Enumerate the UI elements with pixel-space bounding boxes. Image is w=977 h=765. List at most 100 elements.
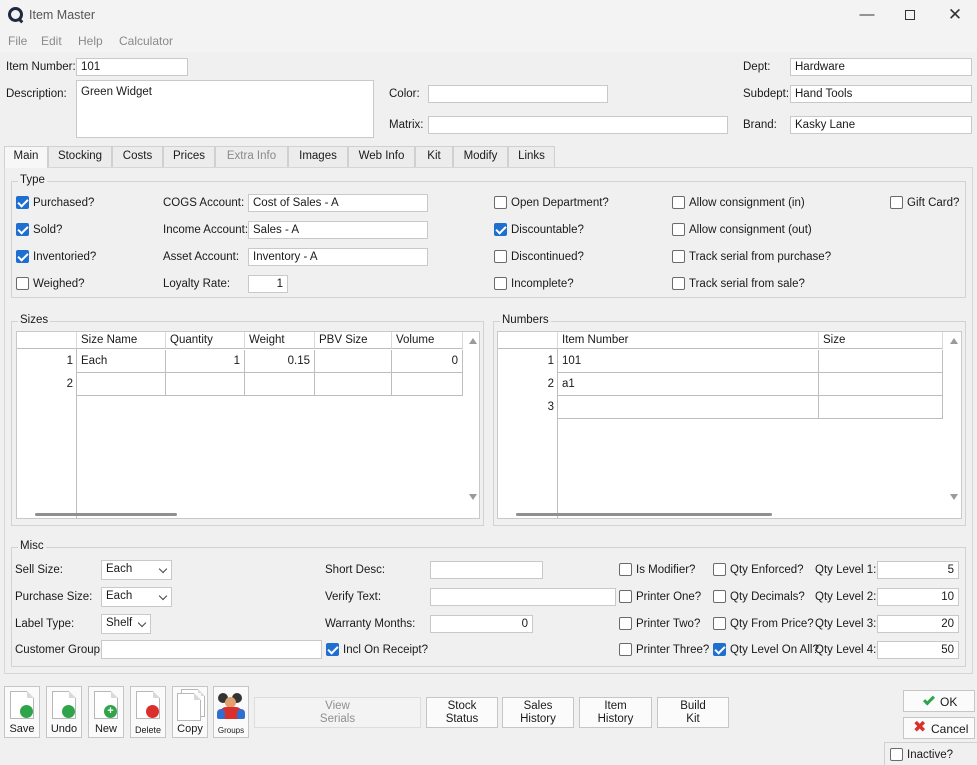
item-number-cell[interactable] xyxy=(558,396,819,419)
maximize-icon[interactable] xyxy=(900,5,920,25)
minimize-icon[interactable]: — xyxy=(857,5,877,25)
qty-level-all-checkbox[interactable] xyxy=(713,643,726,656)
discontinued-checkbox[interactable] xyxy=(494,250,507,263)
purchase-size-select[interactable]: Each xyxy=(101,587,172,607)
tab-main[interactable]: Main xyxy=(4,146,48,168)
income-account-field[interactable]: Sales - A xyxy=(248,221,428,239)
scroll-up-icon[interactable] xyxy=(469,338,477,344)
warranty-months-field[interactable]: 0 xyxy=(430,615,533,633)
brand-field[interactable]: Kasky Lane xyxy=(790,116,972,134)
printer-three-checkbox[interactable] xyxy=(619,643,632,656)
verify-text-field[interactable] xyxy=(430,588,616,606)
numbers-horizontal-scrollbar[interactable] xyxy=(516,513,772,516)
new-button[interactable]: + New xyxy=(88,686,124,738)
incomplete-checkbox[interactable] xyxy=(494,277,507,290)
label-type-select[interactable]: Shelf xyxy=(101,614,151,634)
serial-sale-checkbox[interactable] xyxy=(672,277,685,290)
short-desc-field[interactable] xyxy=(430,561,543,579)
menu-file[interactable]: File xyxy=(8,34,27,48)
size-name-cell[interactable] xyxy=(77,373,166,396)
size-cell[interactable] xyxy=(819,373,943,396)
scroll-down-icon[interactable] xyxy=(950,494,958,500)
asset-account-field[interactable]: Inventory - A xyxy=(248,248,428,266)
weight-cell[interactable] xyxy=(245,373,315,396)
stock-status-button[interactable]: Stock Status xyxy=(426,697,498,728)
scroll-up-icon[interactable] xyxy=(950,338,958,344)
item-history-button[interactable]: Item History xyxy=(579,697,652,728)
item-number-cell[interactable]: 101 xyxy=(558,350,819,373)
qty-decimals-checkbox[interactable] xyxy=(713,590,726,603)
qty-from-price-checkbox[interactable] xyxy=(713,617,726,630)
sales-history-button[interactable]: Sales History xyxy=(502,697,574,728)
sold-checkbox[interactable] xyxy=(16,223,29,236)
cogs-account-field[interactable]: Cost of Sales - A xyxy=(248,194,428,212)
customer-group-field[interactable] xyxy=(101,640,322,659)
volume-cell[interactable] xyxy=(392,373,463,396)
ok-button[interactable]: OK xyxy=(903,690,975,712)
qty-level-3-field[interactable]: 20 xyxy=(877,615,959,633)
serial-purchase-checkbox[interactable] xyxy=(672,250,685,263)
delete-button[interactable]: Delete xyxy=(130,686,166,738)
matrix-field[interactable] xyxy=(428,116,728,134)
view-serials-button[interactable]: View Serials xyxy=(254,697,421,728)
consign-in-checkbox[interactable] xyxy=(672,196,685,209)
tab-prices[interactable]: Prices xyxy=(163,146,215,167)
numbers-vertical-scrollbar[interactable] xyxy=(948,332,960,508)
qty-level-4-field[interactable]: 50 xyxy=(877,641,959,659)
item-number-field[interactable]: 101 xyxy=(76,58,188,76)
weight-cell[interactable]: 0.15 xyxy=(245,350,315,373)
inventoried-checkbox[interactable] xyxy=(16,250,29,263)
col-header-size-name[interactable]: Size Name xyxy=(77,332,166,349)
col-header-item-number[interactable]: Item Number xyxy=(558,332,819,349)
sell-size-select[interactable]: Each xyxy=(101,560,172,580)
undo-button[interactable]: Undo xyxy=(46,686,82,738)
copy-button[interactable]: Copy xyxy=(172,686,208,738)
tab-images[interactable]: Images xyxy=(288,146,348,167)
tab-kit[interactable]: Kit xyxy=(415,146,453,167)
tab-modify[interactable]: Modify xyxy=(453,146,508,167)
build-kit-button[interactable]: Build Kit xyxy=(657,697,729,728)
gift-card-checkbox[interactable] xyxy=(890,196,903,209)
menu-edit[interactable]: Edit xyxy=(41,34,62,48)
size-cell[interactable] xyxy=(819,396,943,419)
purchased-checkbox[interactable] xyxy=(16,196,29,209)
item-number-cell[interactable]: a1 xyxy=(558,373,819,396)
close-icon[interactable]: ✕ xyxy=(945,5,965,25)
scroll-down-icon[interactable] xyxy=(469,494,477,500)
col-header-volume[interactable]: Volume xyxy=(392,332,463,349)
numbers-grid[interactable]: Item Number Size 1 101 2 a1 3 xyxy=(497,331,962,519)
size-cell[interactable] xyxy=(819,350,943,373)
col-header-pbv-size[interactable]: PBV Size xyxy=(315,332,392,349)
quantity-cell[interactable]: 1 xyxy=(166,350,245,373)
cancel-button[interactable]: ✖ Cancel xyxy=(903,717,975,739)
quantity-cell[interactable] xyxy=(166,373,245,396)
dept-field[interactable]: Hardware xyxy=(790,58,972,76)
tab-costs[interactable]: Costs xyxy=(112,146,163,167)
sizes-grid[interactable]: Size Name Quantity Weight PBV Size Volum… xyxy=(16,331,480,519)
qty-level-2-field[interactable]: 10 xyxy=(877,588,959,606)
discountable-checkbox[interactable] xyxy=(494,223,507,236)
qty-enforced-checkbox[interactable] xyxy=(713,563,726,576)
col-header-quantity[interactable]: Quantity xyxy=(166,332,245,349)
menu-help[interactable]: Help xyxy=(78,34,103,48)
is-modifier-checkbox[interactable] xyxy=(619,563,632,576)
qty-level-1-field[interactable]: 5 xyxy=(877,561,959,579)
printer-one-checkbox[interactable] xyxy=(619,590,632,603)
sizes-horizontal-scrollbar[interactable] xyxy=(35,513,177,516)
subdept-field[interactable]: Hand Tools xyxy=(790,85,972,103)
col-header-weight[interactable]: Weight xyxy=(245,332,315,349)
loyalty-rate-field[interactable]: 1 xyxy=(248,275,288,293)
volume-cell[interactable]: 0 xyxy=(392,350,463,373)
sizes-vertical-scrollbar[interactable] xyxy=(467,332,479,508)
color-field[interactable] xyxy=(428,85,608,103)
size-name-cell[interactable]: Each xyxy=(77,350,166,373)
menu-calculator[interactable]: Calculator xyxy=(119,34,173,48)
pbv-size-cell[interactable] xyxy=(315,350,392,373)
tab-links[interactable]: Links xyxy=(508,146,555,167)
consign-out-checkbox[interactable] xyxy=(672,223,685,236)
inactive-checkbox[interactable] xyxy=(890,748,903,761)
incl-receipt-checkbox[interactable] xyxy=(326,643,339,656)
description-field[interactable]: Green Widget xyxy=(76,80,374,138)
weighed-checkbox[interactable] xyxy=(16,277,29,290)
tab-web-info[interactable]: Web Info xyxy=(348,146,415,167)
